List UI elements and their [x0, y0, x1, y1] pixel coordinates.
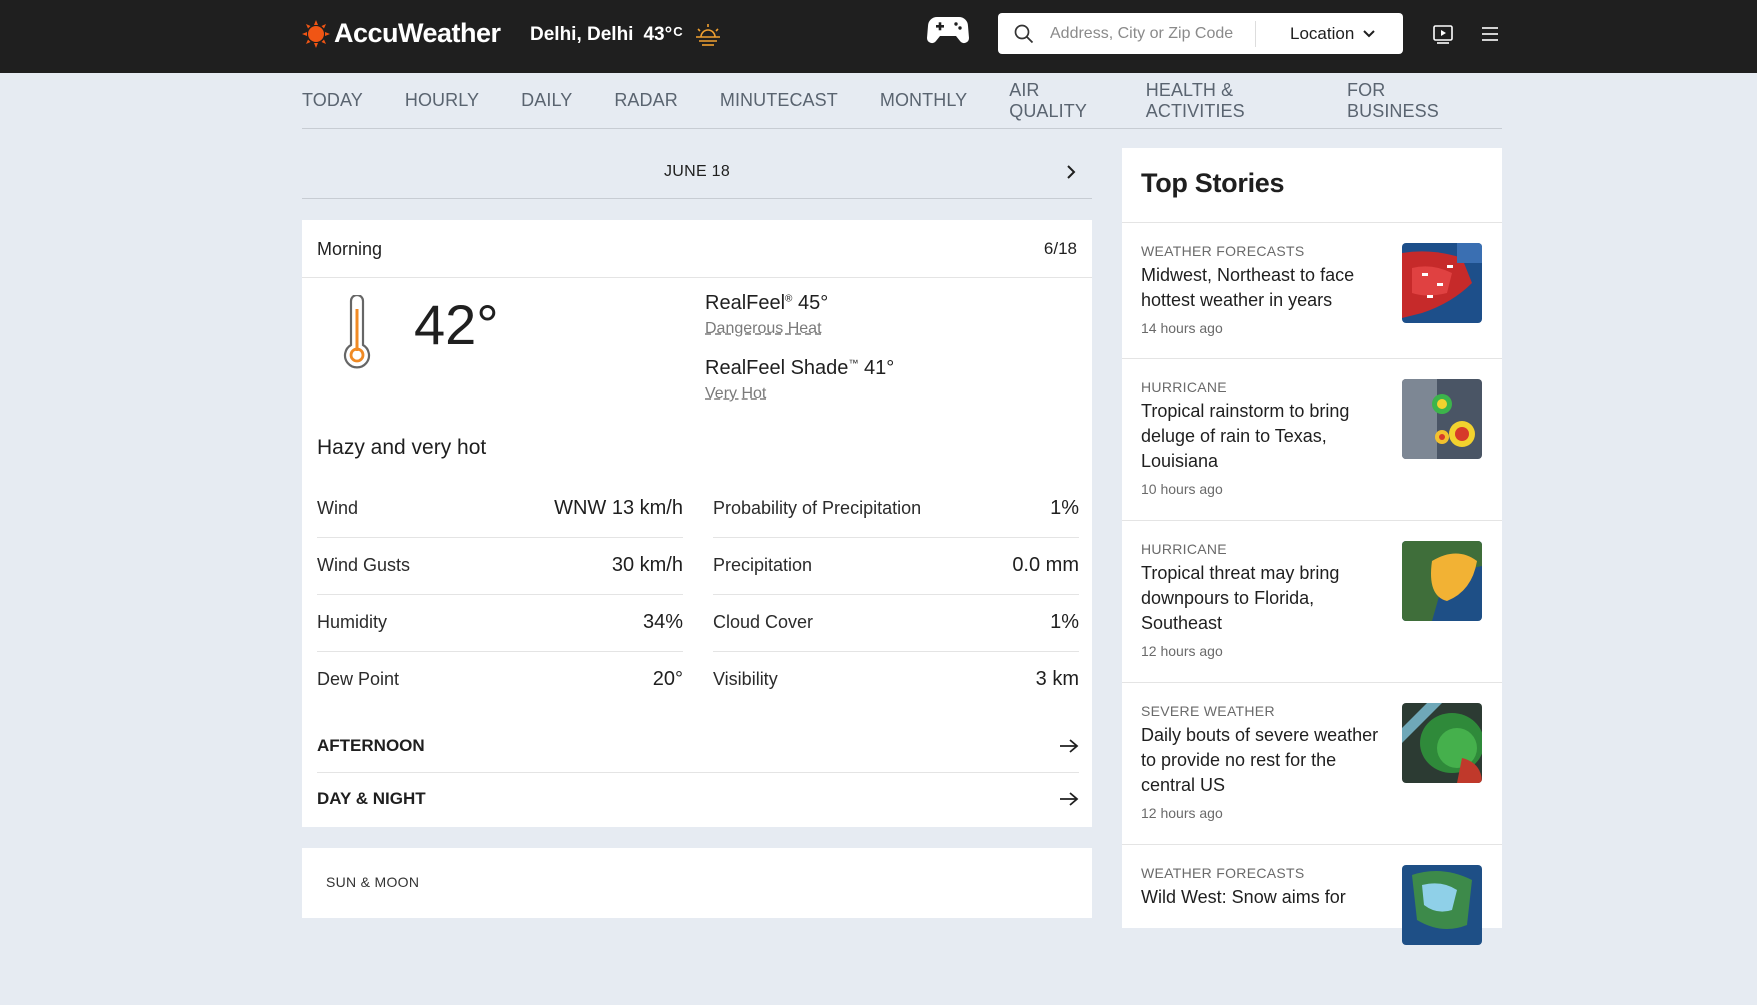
date-navigator: JUNE 18	[302, 148, 1092, 199]
nav-for-business[interactable]: FOR BUSINESS	[1347, 80, 1460, 122]
nav-hourly[interactable]: HOURLY	[405, 90, 479, 111]
story-time: 12 hours ago	[1141, 643, 1223, 659]
detail-row-cloud-cover: Cloud Cover 1%	[713, 594, 1079, 652]
video-icon[interactable]	[1432, 23, 1454, 45]
nav-health-activities[interactable]: HEALTH & ACTIVITIES	[1146, 80, 1305, 122]
card-date: 6/18	[1043, 239, 1077, 258]
arrow-right-icon	[1060, 739, 1079, 753]
chevron-right-icon[interactable]	[1064, 164, 1078, 180]
sun-moon-card: SUN & MOON	[302, 848, 1092, 918]
story-category: WEATHER FORECASTS	[1141, 243, 1305, 259]
location-name: Delhi, Delhi	[530, 24, 634, 45]
top-stories-panel: Top Stories WEATHER FORECASTS Midwest, N…	[1122, 148, 1502, 945]
period-label: Morning	[317, 239, 383, 259]
story-category: HURRICANE	[1141, 541, 1227, 557]
story-category: HURRICANE	[1141, 379, 1227, 395]
hamburger-menu-icon[interactable]	[1480, 25, 1500, 43]
weather-phrase: Hazy and very hot	[317, 436, 487, 459]
detail-row-precip-probability: Probability of Precipitation 1%	[713, 480, 1079, 538]
thermometer-icon	[343, 295, 371, 369]
story-title: Daily bouts of severe weather to provide…	[1141, 725, 1379, 795]
location-button-label: Location	[1290, 23, 1355, 43]
sun-logo-icon	[302, 19, 330, 48]
search-input[interactable]	[1048, 23, 1247, 44]
gamepad-icon[interactable]	[927, 13, 969, 47]
story-item[interactable]: HURRICANE Tropical threat may bring down…	[1122, 521, 1502, 683]
realfeel-shade: RealFeel Shade™ 41°	[705, 357, 895, 379]
story-item[interactable]: SEVERE WEATHER Daily bouts of severe wea…	[1122, 683, 1502, 845]
story-title: Wild West: Snow aims for	[1141, 887, 1346, 907]
search-bar: Location	[998, 13, 1403, 54]
detail-row-humidity: Humidity 34%	[317, 594, 683, 652]
top-stories-header: Top Stories	[1122, 148, 1502, 223]
sun-moon-title: SUN & MOON	[326, 874, 420, 890]
current-location[interactable]: Delhi, Delhi 43°C	[530, 22, 723, 48]
card-header: Morning 6/18	[302, 220, 1092, 278]
sub-navigation: TODAY HOURLY DAILY RADAR MINUTECAST MONT…	[302, 73, 1502, 129]
story-thumbnail-snow-map	[1402, 865, 1482, 945]
story-thumbnail-severe-weather-map	[1402, 703, 1482, 783]
story-title: Tropical threat may bring downpours to F…	[1141, 563, 1340, 633]
story-title: Midwest, Northeast to face hottest weath…	[1141, 265, 1355, 310]
story-item[interactable]: WEATHER FORECASTS Wild West: Snow aims f…	[1122, 845, 1502, 1005]
top-header: AccuWeather Delhi, Delhi 43°C Address, C…	[0, 0, 1757, 73]
detail-row-wind-gusts: Wind Gusts 30 km/h	[317, 537, 683, 595]
realfeel: RealFeel® 45°	[705, 292, 829, 314]
forecast-card: Morning 6/18 42° RealFeel® 45° Dangerous…	[302, 220, 1092, 827]
location-dropdown-button[interactable]: Location	[1290, 24, 1376, 44]
story-time: 10 hours ago	[1141, 481, 1223, 497]
nav-radar[interactable]: RADAR	[614, 90, 678, 111]
nav-monthly[interactable]: MONTHLY	[880, 90, 967, 111]
nav-air-quality[interactable]: AIR QUALITY	[1009, 80, 1104, 122]
detail-row-precipitation: Precipitation 0.0 mm	[713, 537, 1079, 595]
top-stories-title: Top Stories	[1141, 168, 1285, 198]
afternoon-link[interactable]: AFTERNOON	[317, 720, 1079, 773]
date-label: JUNE 18	[663, 163, 731, 180]
accuweather-logo[interactable]: AccuWeather	[302, 18, 501, 49]
hazy-sun-icon	[695, 24, 720, 46]
realfeel-shade-phrase[interactable]: Very Hot	[705, 385, 766, 403]
chevron-down-icon	[1363, 29, 1375, 37]
search-divider	[1255, 20, 1256, 47]
story-time: 12 hours ago	[1141, 805, 1223, 821]
story-thumbnail-storm-satellite	[1402, 379, 1482, 459]
detail-row-dew-point: Dew Point 20°	[317, 668, 683, 690]
brand-name: AccuWeather	[334, 18, 501, 48]
day-night-link[interactable]: DAY & NIGHT	[317, 773, 1079, 825]
story-title: Tropical rainstorm to bring deluge of ra…	[1141, 401, 1350, 471]
story-thumbnail-florida-map	[1402, 541, 1482, 621]
realfeel-phrase[interactable]: Dangerous Heat	[705, 320, 822, 338]
current-temp: 43°C	[643, 24, 683, 45]
story-category: SEVERE WEATHER	[1141, 703, 1275, 719]
detail-row-wind: Wind WNW 13 km/h	[317, 480, 683, 538]
morning-temperature: 42°	[414, 293, 499, 356]
nav-minutecast[interactable]: MINUTECAST	[720, 90, 838, 111]
arrow-right-icon	[1060, 792, 1079, 806]
detail-row-visibility: Visibility 3 km	[713, 668, 1079, 690]
story-thumbnail-heat-map	[1402, 243, 1482, 323]
nav-daily[interactable]: DAILY	[521, 90, 572, 111]
nav-today[interactable]: TODAY	[302, 90, 363, 111]
story-category: WEATHER FORECASTS	[1141, 865, 1305, 881]
story-item[interactable]: HURRICANE Tropical rainstorm to bring de…	[1122, 359, 1502, 521]
search-icon	[1014, 24, 1034, 43]
story-item[interactable]: WEATHER FORECASTS Midwest, Northeast to …	[1122, 223, 1502, 359]
story-time: 14 hours ago	[1141, 320, 1223, 336]
